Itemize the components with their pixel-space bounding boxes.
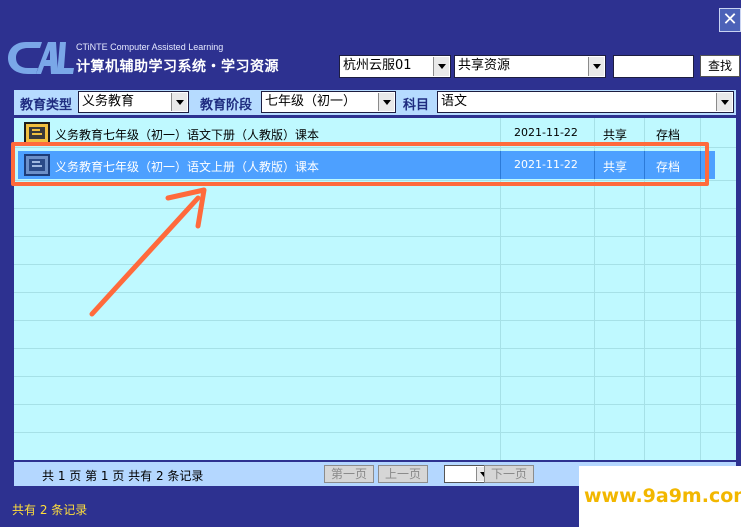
first-page-button[interactable]: 第一页 [324,465,374,483]
row-date: 2021-11-22 [514,126,578,139]
row-divider [14,432,736,433]
next-page-button[interactable]: 下一页 [484,465,534,483]
row-title: 义务教育七年级（初一）语文下册（人教版）课本 [55,128,320,142]
app-title: 计算机辅助学习系统・学习资源 [76,59,279,75]
chevron-down-icon[interactable] [378,93,394,111]
chevron-down-icon[interactable] [588,57,604,76]
logo-subtitle: CTiNTE Computer Assisted Learning [76,42,224,52]
app-window: ✕ CTiNTE Computer Assisted Learning 计算机辅… [0,0,741,527]
subject-select[interactable]: 语文 [437,91,734,113]
resource-select[interactable]: 共享资源 [454,55,606,78]
filter-bar: 教育类型 义务教育 教育阶段 七年级（初一） 科目 语文 [14,90,736,115]
education-type-label: 教育类型 [20,98,73,113]
row-divider [14,348,736,349]
education-stage-select[interactable]: 七年级（初一） [261,91,396,113]
education-stage-label: 教育阶段 [200,98,253,113]
row-divider [14,376,736,377]
subject-value: 语文 [441,94,468,109]
subject-label: 科目 [403,98,430,113]
watermark-logo: www.9a9m.com [584,485,741,507]
row-share-status: 共享 [603,128,628,142]
chevron-down-icon[interactable] [433,57,449,76]
row-archive-status: 存档 [656,128,681,142]
server-select[interactable]: 杭州云服01 [339,55,451,78]
search-input[interactable] [613,55,694,78]
resource-select-value: 共享资源 [458,58,511,73]
education-stage-value: 七年级（初一） [265,94,357,109]
page-info: 共 1 页 第 1 页 共有 2 条记录 [42,469,204,483]
prev-page-button[interactable]: 上一页 [378,465,428,483]
education-type-select[interactable]: 义务教育 [78,91,189,113]
chevron-down-icon[interactable] [716,93,732,111]
row-divider [14,404,736,405]
status-text: 共有 2 条记录 [12,503,88,517]
search-button[interactable]: 查找 [700,55,740,77]
server-select-value: 杭州云服01 [343,58,412,73]
chevron-down-icon[interactable] [171,93,187,111]
close-button[interactable]: ✕ [719,8,741,32]
close-icon: ✕ [722,9,738,30]
cal-logo [8,42,74,74]
arrow-annotation-icon [89,187,207,317]
row-divider [14,320,736,321]
education-type-value: 义务教育 [82,94,135,109]
